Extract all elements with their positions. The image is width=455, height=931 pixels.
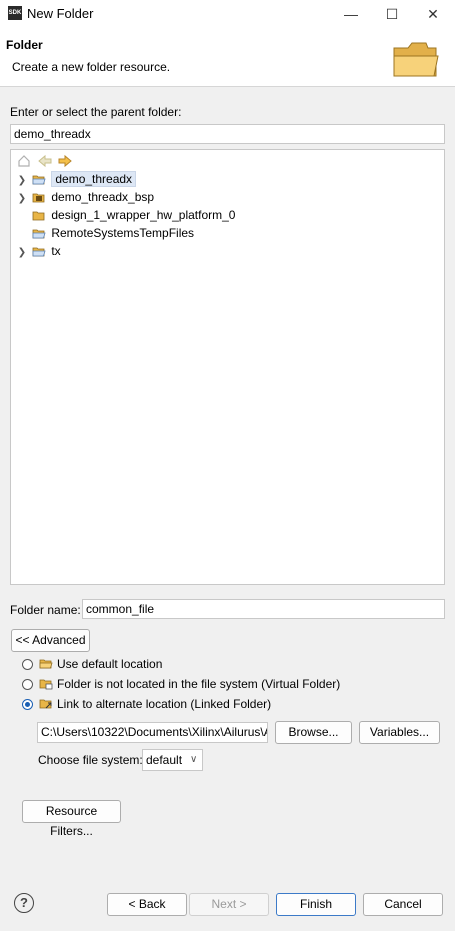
folder-icon <box>39 659 53 669</box>
virtual-folder-icon <box>39 679 53 690</box>
browse-button[interactable]: Browse... <box>275 721 352 744</box>
linked-location-input[interactable]: C:\Users\10322\Documents\Xilinx\Ailurus\… <box>37 722 268 743</box>
parent-folder-label: Enter or select the parent folder: <box>10 105 182 119</box>
maximize-button[interactable]: ☐ <box>372 0 412 28</box>
folder-name-label: Folder name: <box>10 603 81 617</box>
folder-name-input[interactable]: common_file <box>82 599 445 619</box>
tree-item[interactable]: ❯ tx <box>15 242 61 260</box>
open-project-icon <box>32 175 46 185</box>
chevron-right-icon[interactable]: ❯ <box>15 244 29 262</box>
hw-platform-icon <box>32 211 45 221</box>
resource-filters-button[interactable]: Resource Filters... <box>22 800 121 838</box>
home-icon[interactable] <box>17 154 31 168</box>
back-button[interactable]: < Back <box>107 893 187 916</box>
advanced-toggle-button[interactable]: << Advanced <box>11 629 90 652</box>
open-project-icon <box>32 247 46 257</box>
tree-item[interactable]: ❯ demo_threadx <box>15 170 137 188</box>
file-system-value: default <box>146 753 183 767</box>
close-button[interactable]: ✕ <box>413 0 453 28</box>
header-divider <box>0 86 455 87</box>
next-button[interactable]: Next > <box>189 893 269 916</box>
tree-item-label: tx <box>51 244 61 258</box>
virtual-folder-radio[interactable] <box>22 679 33 690</box>
linked-folder-label: Link to alternate location (Linked Folde… <box>57 697 272 711</box>
parent-folder-input[interactable]: demo_threadx <box>10 124 445 144</box>
chevron-down-icon: ∨ <box>190 754 198 765</box>
default-location-label: Use default location <box>57 657 163 671</box>
forward-arrow-icon[interactable] <box>57 154 73 168</box>
open-folder-icon <box>32 229 46 239</box>
cancel-button[interactable]: Cancel <box>363 893 443 916</box>
file-system-select[interactable]: default ∨ <box>142 749 203 771</box>
linked-folder-icon <box>39 699 52 709</box>
tree-item-label: RemoteSystemsTempFiles <box>51 226 195 240</box>
page-description: Create a new folder resource. <box>12 60 171 74</box>
folder-banner-icon <box>393 42 439 77</box>
window-title: New Folder <box>27 6 94 21</box>
tree-item-label: demo_threadx <box>51 171 137 187</box>
minimize-button[interactable]: — <box>331 0 371 28</box>
default-location-radio[interactable] <box>22 659 33 670</box>
app-icon: SDK <box>8 6 22 20</box>
tree-item[interactable]: ❯ demo_threadx_bsp <box>15 188 154 206</box>
variables-button[interactable]: Variables... <box>359 721 440 744</box>
tree-item[interactable]: RemoteSystemsTempFiles <box>15 224 194 242</box>
file-system-label: Choose file system: <box>38 753 143 767</box>
back-arrow-icon[interactable] <box>37 154 53 168</box>
wizard-header <box>0 28 455 86</box>
tree-item-label: design_1_wrapper_hw_platform_0 <box>51 208 236 222</box>
tree-item[interactable]: design_1_wrapper_hw_platform_0 <box>15 206 235 224</box>
tree-item-label: demo_threadx_bsp <box>51 190 155 204</box>
help-icon[interactable]: ? <box>14 893 34 913</box>
linked-folder-radio[interactable] <box>22 699 33 710</box>
page-title: Folder <box>6 38 43 52</box>
virtual-folder-label: Folder is not located in the file system… <box>57 677 341 691</box>
finish-button[interactable]: Finish <box>276 893 356 916</box>
bsp-project-icon <box>32 193 45 203</box>
folder-tree[interactable]: ❯ demo_threadx ❯ demo_threadx_bsp design… <box>10 149 445 585</box>
